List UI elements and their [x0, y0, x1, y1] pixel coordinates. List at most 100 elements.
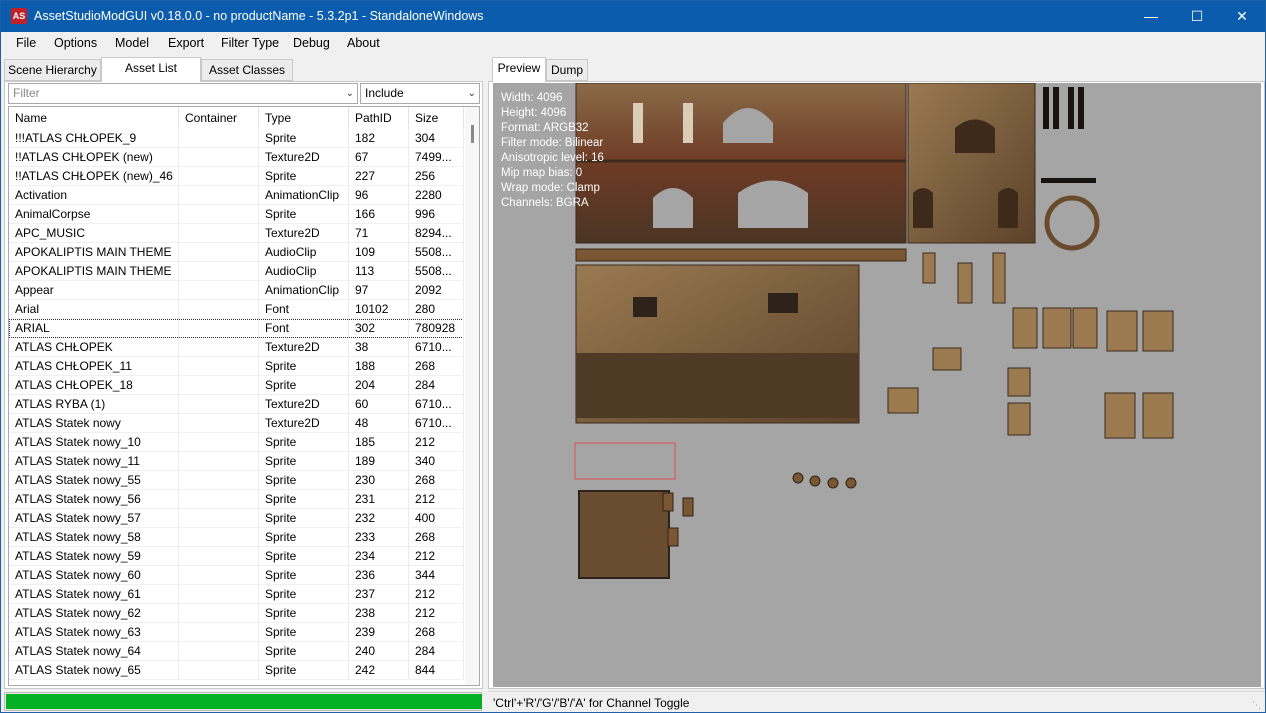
tab-preview[interactable]: Preview [492, 57, 546, 82]
table-row[interactable]: ATLAS Statek nowy_64 Sprite 240 284 [9, 642, 464, 661]
minimize-button[interactable]: — [1128, 1, 1174, 32]
cell-size: 212 [409, 547, 464, 566]
cell-type: Sprite [259, 528, 349, 547]
texture-preview[interactable]: Width: 4096 Height: 4096 Format: ARGB32 Fil… [493, 83, 1261, 687]
cell-name: ATLAS RYBA (1) [9, 395, 179, 414]
table-row[interactable]: ATLAS Statek nowy_65 Sprite 242 844 [9, 661, 464, 680]
table-row[interactable]: ATLAS Statek nowy_63 Sprite 239 268 [9, 623, 464, 642]
menu-debug[interactable]: Debug [293, 36, 330, 50]
cell-type: Sprite [259, 509, 349, 528]
cell-container [179, 148, 259, 167]
column-type[interactable]: Type [259, 107, 349, 129]
cell-name: ATLAS CHŁOPEK_18 [9, 376, 179, 395]
table-row[interactable]: !!ATLAS CHŁOPEK (new)_46 Sprite 227 256 [9, 167, 464, 186]
table-row[interactable]: ATLAS Statek nowy_59 Sprite 234 212 [9, 547, 464, 566]
cell-pathid: 96 [349, 186, 409, 205]
app-icon: AS [11, 8, 27, 24]
texture-info-line: Mip map bias: 0 [501, 167, 583, 179]
menu-options[interactable]: Options [54, 36, 97, 50]
table-row[interactable]: AnimalCorpse Sprite 166 996 [9, 205, 464, 224]
menu-model[interactable]: Model [115, 36, 149, 50]
cell-type: Sprite [259, 433, 349, 452]
cell-type: Sprite [259, 376, 349, 395]
close-button[interactable]: ✕ [1219, 1, 1265, 32]
chevron-down-icon[interactable]: ⌄ [346, 84, 354, 103]
cell-name: ATLAS Statek nowy_62 [9, 604, 179, 623]
cell-container [179, 585, 259, 604]
scrollbar-thumb[interactable] [471, 125, 474, 143]
cell-container [179, 433, 259, 452]
cell-container [179, 376, 259, 395]
table-row[interactable]: ATLAS Statek nowy_55 Sprite 230 268 [9, 471, 464, 490]
tab-dump[interactable]: Dump [546, 59, 588, 81]
table-row[interactable]: Arial Font 10102 280 [9, 300, 464, 319]
table-row[interactable]: ATLAS Statek nowy_56 Sprite 231 212 [9, 490, 464, 509]
cell-pathid: 232 [349, 509, 409, 528]
table-row[interactable]: ATLAS Statek nowy_60 Sprite 236 344 [9, 566, 464, 585]
window-title: AssetStudioModGUI v0.18.0.0 - no product… [34, 9, 484, 23]
table-row[interactable]: ATLAS Statek nowy Texture2D 48 6710... [9, 414, 464, 433]
table-row[interactable]: ATLAS Statek nowy_61 Sprite 237 212 [9, 585, 464, 604]
table-row[interactable]: ATLAS Statek nowy_62 Sprite 238 212 [9, 604, 464, 623]
cell-container [179, 471, 259, 490]
texture-info-line: Width: 4096 [501, 92, 563, 104]
status-bar: 'Ctrl'+'R'/'G'/'B'/'A' for Channel Toggl… [488, 691, 1265, 712]
table-row[interactable]: Activation AnimationClip 96 2280 [9, 186, 464, 205]
column-size[interactable]: Size [409, 107, 464, 129]
asset-list[interactable]: Name Container Type PathID Size !!!ATLAS… [8, 106, 480, 686]
resize-grip-icon[interactable]: ⋱ [1252, 700, 1262, 710]
table-row[interactable]: ARIAL Font 302 780928 [9, 319, 464, 338]
table-row[interactable]: APC_MUSIC Texture2D 71 8294... [9, 224, 464, 243]
table-row[interactable]: ATLAS Statek nowy_10 Sprite 185 212 [9, 433, 464, 452]
tab-asset-list[interactable]: Asset List [101, 57, 201, 82]
table-row[interactable]: ATLAS Statek nowy_11 Sprite 189 340 [9, 452, 464, 471]
cell-type: Texture2D [259, 414, 349, 433]
cell-pathid: 233 [349, 528, 409, 547]
cell-type: Texture2D [259, 148, 349, 167]
cell-size: 212 [409, 604, 464, 623]
cell-size: 268 [409, 528, 464, 547]
texture-info-line: Filter mode: Bilinear [501, 137, 604, 149]
left-tab-strip: Scene Hierarchy Asset List Asset Classes [4, 57, 483, 82]
menu-file[interactable]: File [16, 36, 36, 50]
column-container[interactable]: Container [179, 107, 259, 129]
menu-export[interactable]: Export [168, 36, 204, 50]
cell-type: Texture2D [259, 395, 349, 414]
cell-type: Texture2D [259, 338, 349, 357]
table-row[interactable]: ATLAS Statek nowy_58 Sprite 233 268 [9, 528, 464, 547]
cell-pathid: 239 [349, 623, 409, 642]
cell-pathid: 237 [349, 585, 409, 604]
table-row[interactable]: ATLAS CHŁOPEK_18 Sprite 204 284 [9, 376, 464, 395]
chevron-down-icon[interactable]: ⌄ [468, 84, 476, 103]
table-row[interactable]: APOKALIPTIS MAIN THEME AudioClip 113 5508..… [9, 262, 464, 281]
cell-container [179, 490, 259, 509]
title-bar[interactable]: AS AssetStudioModGUI v0.18.0.0 - no prod… [1, 1, 1265, 32]
column-name[interactable]: Name [9, 107, 179, 129]
column-pathid[interactable]: PathID [349, 107, 409, 129]
table-row[interactable]: !!!ATLAS CHŁOPEK_9 Sprite 182 304 [9, 129, 464, 148]
cell-pathid: 185 [349, 433, 409, 452]
table-row[interactable]: APOKALIPTIS MAIN THEME AudioClip 109 5508..… [9, 243, 464, 262]
menu-about[interactable]: About [347, 36, 380, 50]
vertical-scrollbar[interactable] [465, 107, 479, 685]
tab-asset-classes[interactable]: Asset Classes [201, 59, 293, 81]
maximize-button[interactable]: ☐ [1174, 1, 1220, 32]
cell-container [179, 528, 259, 547]
cell-name: ATLAS Statek nowy_65 [9, 661, 179, 680]
cell-name: !!!ATLAS CHŁOPEK_9 [9, 129, 179, 148]
cell-pathid: 10102 [349, 300, 409, 319]
table-row[interactable]: ATLAS Statek nowy_57 Sprite 232 400 [9, 509, 464, 528]
table-row[interactable]: ATLAS CHŁOPEK_11 Sprite 188 268 [9, 357, 464, 376]
menu-filter-type[interactable]: Filter Type [221, 36, 279, 50]
filter-mode-select[interactable]: Include ⌄ [360, 83, 480, 104]
table-row[interactable]: ATLAS RYBA (1) Texture2D 60 6710... [9, 395, 464, 414]
cell-name: ATLAS Statek nowy_55 [9, 471, 179, 490]
filter-placeholder: Filter [13, 86, 40, 100]
list-rows: !!!ATLAS CHŁOPEK_9 Sprite 182 304 !!ATLAS CH… [9, 129, 464, 680]
filter-input[interactable]: Filter ⌄ [8, 83, 358, 104]
table-row[interactable]: Appear AnimationClip 97 2092 [9, 281, 464, 300]
table-row[interactable]: !!ATLAS CHŁOPEK (new) Texture2D 67 7499... [9, 148, 464, 167]
asset-list-page: Filter ⌄ Include ⌄ Name Container Type P… [4, 81, 483, 689]
table-row[interactable]: ATLAS CHŁOPEK Texture2D 38 6710... [9, 338, 464, 357]
tab-scene-hierarchy[interactable]: Scene Hierarchy [4, 59, 101, 81]
